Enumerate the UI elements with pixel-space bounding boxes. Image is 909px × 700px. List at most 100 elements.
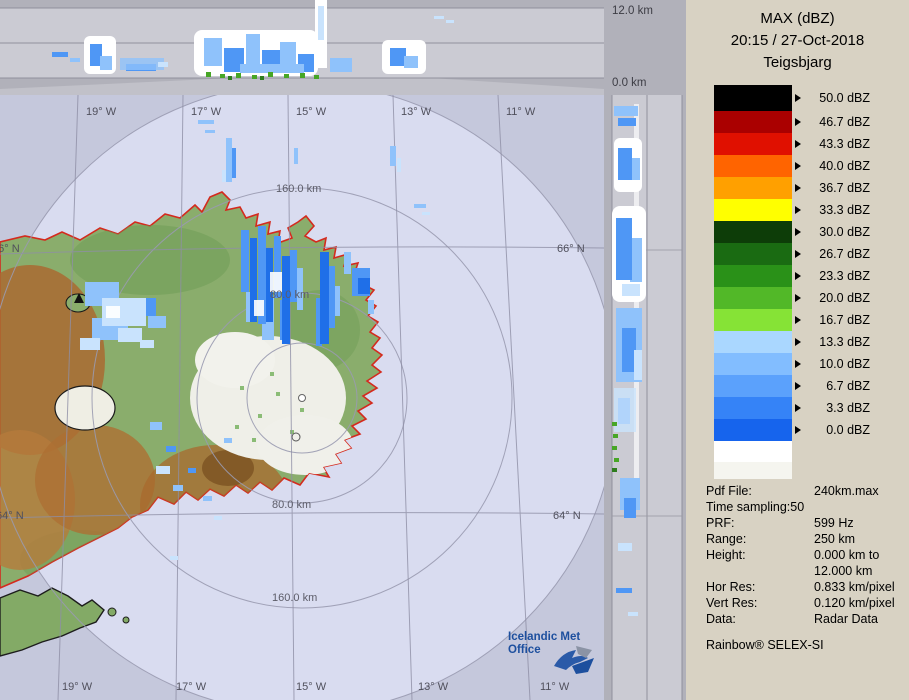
lat-label: 66° N [557,243,585,255]
dbz-swatch [714,133,792,155]
radar-map[interactable]: Icelandic Met Office 19° W 19° W 17° W 17° … [0,0,604,700]
dbz-swatch [714,177,792,199]
lat-label: 66° N [0,243,20,255]
ring-label: 160.0 km [276,183,322,195]
lon-label: 15° W [296,681,327,693]
dbz-scale-row: 20.0 dBZ [714,287,870,309]
dbz-scale-row: 13.3 dBZ [714,331,870,353]
dbz-scale-row: 16.7 dBZ [714,309,870,331]
dbz-swatch [714,155,792,177]
dbz-swatch [714,397,792,419]
arrow-right-icon [795,316,801,324]
lon-label: 17° W [191,106,222,118]
dbz-swatch [714,265,792,287]
arrow-right-icon [795,360,801,368]
lat-label: 64° N [0,510,24,522]
dbz-scale-label: 30.0 dBZ [819,225,870,239]
dbz-scale-row: 3.3 dBZ [714,397,870,419]
info-row: Pdf File: 240km.max [706,483,895,499]
dbz-scale-row: 50.0 dBZ [714,85,870,111]
lon-label: 19° W [62,681,93,693]
dbz-scale-row: 0.0 dBZ [714,419,870,441]
product-datetime: 20:15 / 27-Oct-2018 [730,32,865,49]
dbz-swatch [714,353,792,375]
dbz-swatch [714,309,792,331]
arrow-right-icon [795,272,801,280]
arrow-right-icon [795,228,801,236]
arrow-right-icon [795,382,801,390]
dbz-scale-label: 6.7 dBZ [826,379,870,393]
radar-app-window: Icelandic Met Office 19° W 19° W 17° W 17° … [0,0,909,700]
info-row: Hor Res: 0.833 km/pixel [706,579,895,595]
dbz-scale-row: 36.7 dBZ [714,177,870,199]
ring-label: 80.0 km [272,499,312,511]
dbz-swatch [714,287,792,309]
dbz-below-zero-band [714,441,792,462]
dbz-scale-label: 16.7 dBZ [819,313,870,327]
dbz-scale-label: 43.3 dBZ [819,137,870,151]
info-value: 250 km [814,532,855,546]
info-label: Height: [706,548,746,562]
info-row: PRF: 599 Hz [706,515,895,531]
info-value: 599 Hz [814,516,854,530]
dbz-swatch [714,419,792,441]
arrow-right-icon [795,184,801,192]
arrow-right-icon [795,426,801,434]
arrow-right-icon [795,338,801,346]
dbz-swatch [714,243,792,265]
dbz-scale-row: 40.0 dBZ [714,155,870,177]
dbz-scale-row: 30.0 dBZ [714,221,870,243]
lon-label: 11° W [506,106,536,118]
info-value: 0.833 km/pixel [814,580,895,594]
product-title: MAX (dBZ) [760,10,835,27]
arrow-right-icon [795,250,801,258]
dbz-swatch [714,221,792,243]
dbz-nodata-band [714,462,792,479]
dbz-scale-label: 36.7 dBZ [819,181,870,195]
legend-footer: Rainbow® SELEX-SI [706,638,824,652]
lon-label: 17° W [176,681,207,693]
arrow-right-icon [795,94,801,102]
ring-label: 80.0 km [270,289,310,301]
ring-label: 160.0 km [272,592,318,604]
dbz-swatch [714,199,792,221]
dbz-scale-row: 26.7 dBZ [714,243,870,265]
arrow-right-icon [795,404,801,412]
info-value: 240km.max [814,484,879,498]
dbz-scale-label: 13.3 dBZ [819,335,870,349]
info-row: Time sampling:50 [706,499,895,515]
info-row: Vert Res: 0.120 km/pixel [706,595,895,611]
dbz-scale-row: 33.3 dBZ [714,199,870,221]
profile-bottom-height-label: 0.0 km [612,77,647,89]
info-value: Radar Data [814,612,878,626]
lon-label: 19° W [86,106,117,118]
lon-label: 13° W [418,681,449,693]
station-name: Teigsbjarg [763,54,832,71]
dbz-scale-row: 43.3 dBZ [714,133,870,155]
dbz-scale-label: 40.0 dBZ [819,159,870,173]
dbz-scale-label: 26.7 dBZ [819,247,870,261]
arrow-right-icon [795,294,801,302]
info-lines: Pdf File: 240km.max Time sampling:50 PRF: 59… [706,483,895,627]
dbz-swatch [714,111,792,133]
dbz-scale-row: 46.7 dBZ [714,111,870,133]
dbz-scale: 50.0 dBZ 46.7 dBZ 43.3 dBZ 40.0 dBZ 36.7 dBZ… [714,85,870,441]
dbz-scale-row: 23.3 dBZ [714,265,870,287]
info-label: Time sampling:50 [706,500,805,514]
info-label: Hor Res: [706,580,756,594]
lon-label: 13° W [401,106,432,118]
info-label: Data: [706,612,736,626]
legend-title-block: MAX (dBZ) 20:15 / 27-Oct-2018 Teigsbjarg [686,8,909,74]
dbz-scale-label: 10.0 dBZ [819,357,870,371]
profile-top-height-label: 12.0 km [612,5,653,17]
dbz-scale-row: 6.7 dBZ [714,375,870,397]
side-profile-canvas [604,0,686,700]
radar-site-marker [298,394,306,402]
side-profile-panel: 12.0 km 0.0 km [604,0,686,700]
info-value: 12.000 km [814,564,873,578]
dbz-scale-row: 10.0 dBZ [714,353,870,375]
arrow-right-icon [795,118,801,126]
dbz-scale-label: 46.7 dBZ [819,115,870,129]
info-value: 0.120 km/pixel [814,596,895,610]
dbz-scale-label: 3.3 dBZ [826,401,870,415]
